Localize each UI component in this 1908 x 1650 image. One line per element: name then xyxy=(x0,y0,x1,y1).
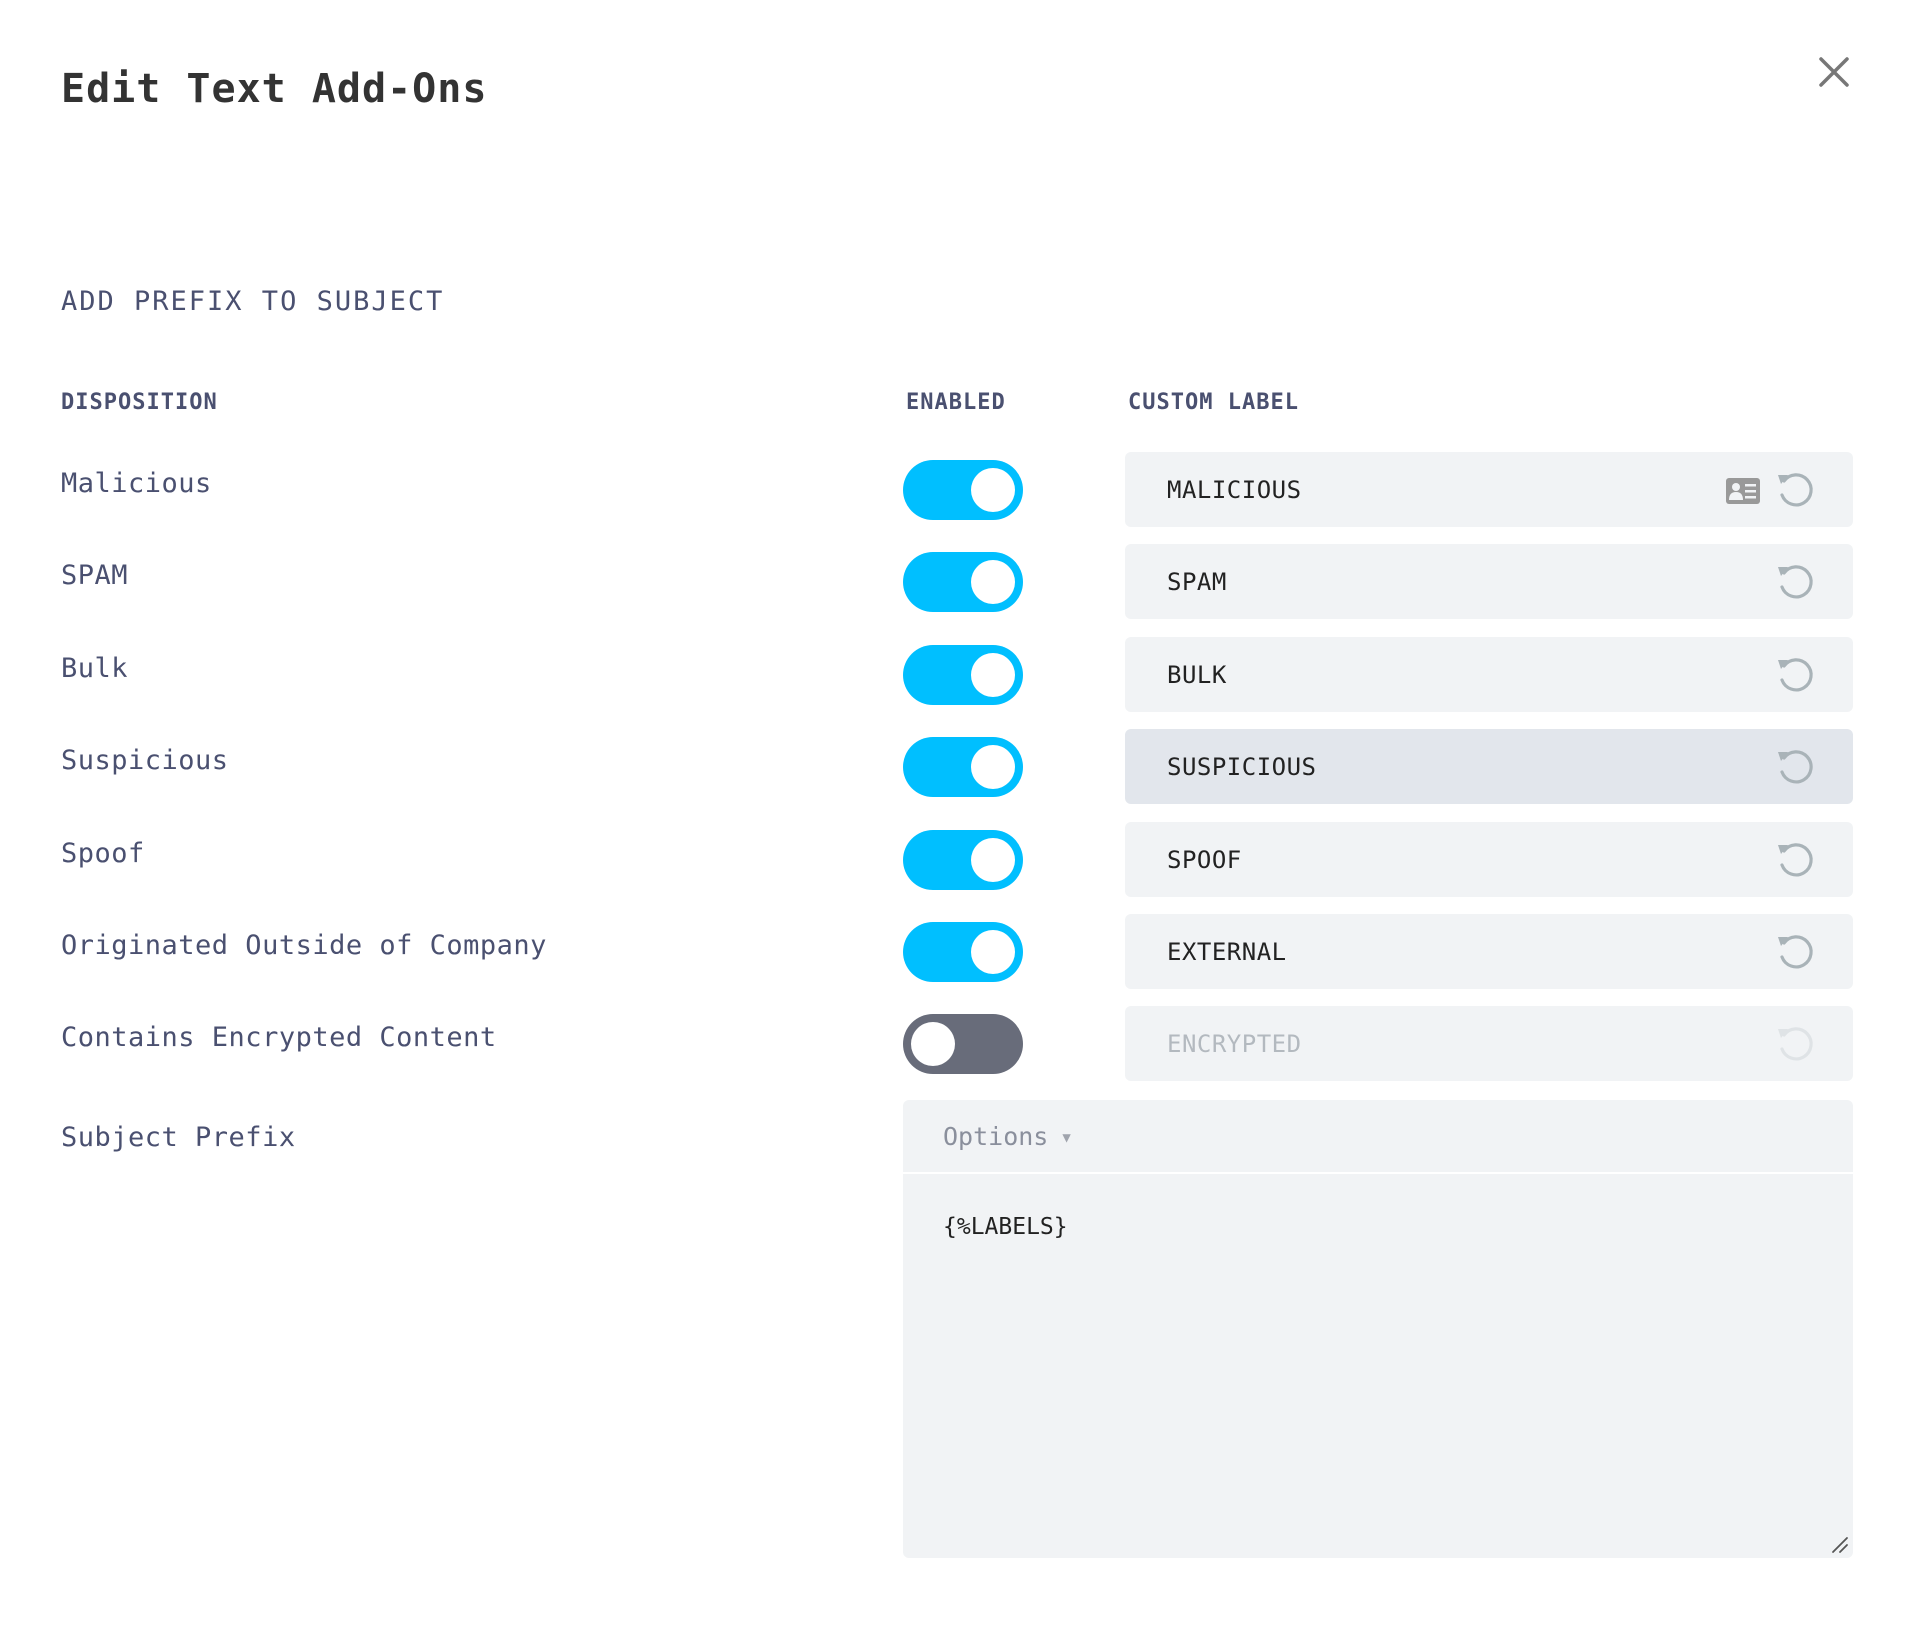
editor-toolbar: Options ▼ xyxy=(903,1100,1853,1174)
close-button[interactable] xyxy=(1818,56,1850,88)
subject-prefix-label: Subject Prefix xyxy=(61,1122,296,1153)
column-header-enabled: ENABLED xyxy=(906,390,1006,415)
enabled-toggle[interactable] xyxy=(903,922,1023,982)
enabled-toggle[interactable] xyxy=(903,460,1023,520)
reset-icon[interactable] xyxy=(1775,469,1817,511)
custom-label-input[interactable]: ENCRYPTED xyxy=(1125,1006,1853,1081)
disposition-label: Originated Outside of Company xyxy=(61,930,547,961)
subject-prefix-textarea[interactable]: {%LABELS} xyxy=(943,1214,1068,1240)
custom-label-input[interactable]: SUSPICIOUS xyxy=(1125,729,1853,804)
custom-label-input[interactable]: EXTERNAL xyxy=(1125,914,1853,989)
enabled-toggle[interactable] xyxy=(903,830,1023,890)
resize-handle-icon[interactable] xyxy=(1831,1536,1849,1554)
enabled-toggle[interactable] xyxy=(903,645,1023,705)
column-header-disposition: DISPOSITION xyxy=(61,390,218,415)
section-title: ADD PREFIX TO SUBJECT xyxy=(61,286,445,317)
column-header-custom-label: CUSTOM LABEL xyxy=(1128,390,1299,415)
toggle-knob xyxy=(971,653,1015,697)
custom-label-value: SPOOF xyxy=(1167,846,1242,874)
custom-label-value: SUSPICIOUS xyxy=(1167,753,1317,781)
custom-label-value: ENCRYPTED xyxy=(1167,1030,1302,1058)
toggle-knob xyxy=(971,930,1015,974)
toggle-knob xyxy=(971,838,1015,882)
toggle-knob xyxy=(911,1022,955,1066)
options-dropdown[interactable]: Options ▼ xyxy=(943,1122,1071,1151)
reset-icon[interactable] xyxy=(1775,654,1817,696)
reset-icon[interactable] xyxy=(1775,561,1817,603)
custom-label-input[interactable]: SPAM xyxy=(1125,544,1853,619)
enabled-toggle[interactable] xyxy=(903,737,1023,797)
custom-label-value: MALICIOUS xyxy=(1167,476,1302,504)
caret-down-icon: ▼ xyxy=(1062,1130,1071,1146)
toggle-knob xyxy=(971,560,1015,604)
custom-label-value: EXTERNAL xyxy=(1167,938,1287,966)
options-label: Options xyxy=(943,1122,1049,1151)
reset-icon[interactable] xyxy=(1775,931,1817,973)
disposition-label: SPAM xyxy=(61,560,129,591)
reset-icon[interactable] xyxy=(1775,746,1817,788)
dialog-title: Edit Text Add-Ons xyxy=(61,66,488,112)
enabled-toggle[interactable] xyxy=(903,1014,1023,1074)
custom-label-input[interactable]: MALICIOUS xyxy=(1125,452,1853,527)
disposition-label: Spoof xyxy=(61,838,145,869)
close-icon xyxy=(1819,57,1849,87)
custom-label-value: SPAM xyxy=(1167,568,1227,596)
disposition-label: Contains Encrypted Content xyxy=(61,1022,497,1053)
disposition-label: Suspicious xyxy=(61,745,229,776)
custom-label-value: BULK xyxy=(1167,661,1227,689)
reset-icon[interactable] xyxy=(1775,839,1817,881)
reset-icon[interactable] xyxy=(1775,1023,1817,1065)
disposition-label: Malicious xyxy=(61,468,212,499)
toggle-knob xyxy=(971,468,1015,512)
enabled-toggle[interactable] xyxy=(903,552,1023,612)
subject-prefix-editor: Options ▼ {%LABELS} xyxy=(903,1100,1853,1558)
toggle-knob xyxy=(971,745,1015,789)
disposition-label: Bulk xyxy=(61,653,129,684)
custom-label-input[interactable]: SPOOF xyxy=(1125,822,1853,897)
custom-label-input[interactable]: BULK xyxy=(1125,637,1853,712)
contact-card-icon[interactable] xyxy=(1726,478,1760,504)
